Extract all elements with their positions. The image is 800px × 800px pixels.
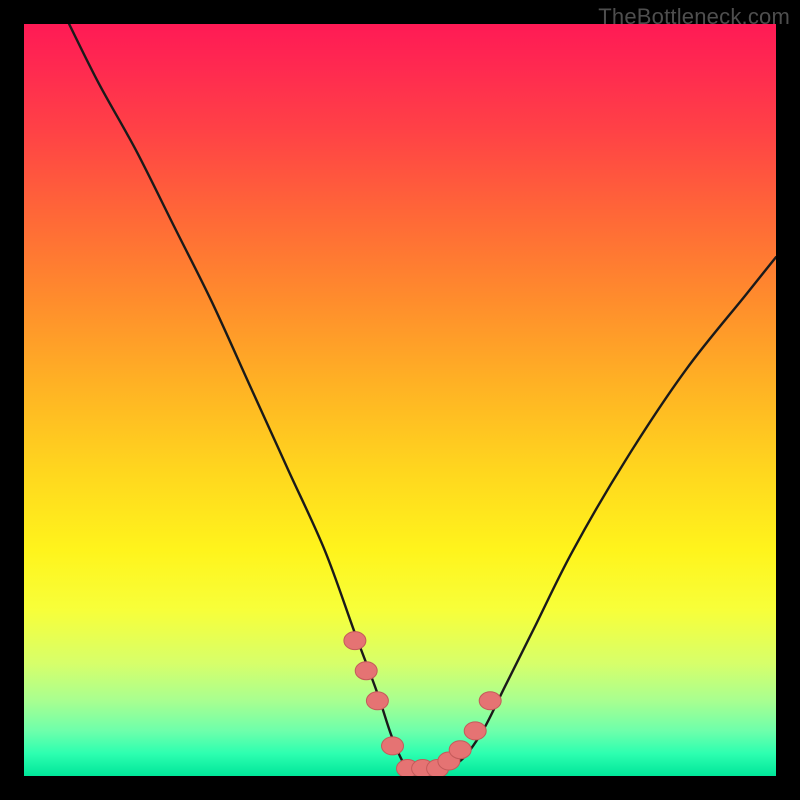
highlight-marker — [427, 760, 449, 777]
highlight-marker — [397, 760, 419, 777]
highlight-marker — [366, 692, 388, 710]
highlight-marker — [449, 741, 471, 759]
highlight-marker — [438, 752, 460, 770]
bottleneck-curve-svg — [24, 24, 776, 776]
watermark-text: TheBottleneck.com — [598, 4, 790, 30]
highlight-marker — [382, 737, 404, 755]
highlight-marker — [479, 692, 501, 710]
marker-group — [344, 632, 501, 776]
highlight-marker — [355, 662, 377, 680]
chart-plot-area — [24, 24, 776, 776]
highlight-marker — [464, 722, 486, 740]
highlight-marker — [412, 760, 434, 777]
highlight-marker — [344, 632, 366, 650]
bottleneck-curve-path — [69, 24, 776, 771]
